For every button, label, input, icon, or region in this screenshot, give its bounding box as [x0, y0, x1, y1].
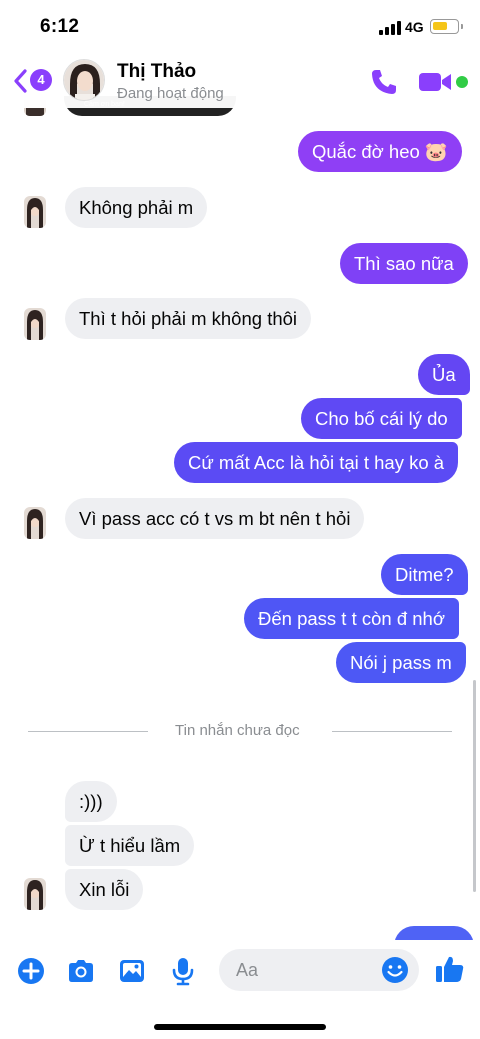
divider-line — [28, 731, 148, 732]
received-message[interactable]: Không phải m — [65, 187, 208, 228]
message-input-placeholder: Aa — [236, 960, 259, 980]
camera-icon[interactable] — [66, 956, 96, 986]
sent-message[interactable]: Thì sao nữa — [340, 243, 468, 284]
phone-icon[interactable] — [369, 67, 399, 97]
battery-level — [433, 22, 447, 30]
contact-avatar-small — [24, 308, 46, 340]
message-list[interactable]: Cảm ơn bạn! Quắc đờ heo 🐷 Không phải m T… — [0, 0, 480, 948]
battery-cap — [461, 24, 463, 29]
network-type: 4G — [405, 19, 424, 35]
sent-message[interactable]: Cứ mất Acc là hỏi tại t hay ko à — [174, 442, 459, 483]
received-message[interactable]: Vì pass acc có t vs m bt nên t hỏi — [65, 498, 365, 539]
status-bar: 6:12 4G — [0, 0, 480, 56]
received-message[interactable]: Thì t hỏi phải m không thôi — [65, 298, 312, 339]
battery-icon — [430, 19, 459, 34]
back-button[interactable]: 4 — [12, 66, 54, 96]
sent-message[interactable]: Ủa — [418, 354, 470, 395]
chevron-left-icon — [14, 69, 27, 93]
contact-avatar[interactable] — [63, 59, 105, 101]
scrollbar[interactable] — [473, 680, 476, 892]
home-indicator[interactable] — [154, 1024, 326, 1030]
divider-line — [332, 731, 452, 732]
received-message[interactable]: :))) — [65, 781, 117, 822]
contact-avatar-small — [24, 878, 46, 910]
sent-message[interactable]: Cho bố cái lý do — [301, 398, 462, 439]
add-icon[interactable] — [16, 956, 46, 986]
contact-avatar-small — [24, 507, 46, 539]
contact-name[interactable]: Thị Thảo — [117, 61, 196, 83]
like-icon[interactable] — [434, 953, 466, 985]
gallery-icon[interactable] — [117, 956, 147, 986]
chat-header: 4 Thị Thảo Đang hoạt động — [0, 56, 480, 108]
unread-divider-label: Tin nhắn chưa đọc — [175, 722, 300, 739]
online-indicator — [456, 76, 468, 88]
active-status: Đang hoạt động — [117, 85, 224, 102]
emoji-icon[interactable] — [380, 955, 410, 985]
sent-message[interactable]: Nói j pass m — [336, 642, 466, 683]
status-time: 6:12 — [40, 16, 80, 37]
signal-icon — [379, 21, 401, 35]
received-message[interactable]: Xin lỗi — [65, 869, 144, 910]
unread-count-badge: 4 — [30, 69, 52, 91]
video-camera-icon[interactable] — [418, 70, 452, 94]
received-message[interactable]: Ừ t hiểu lầm — [65, 825, 195, 866]
sent-message[interactable]: Ditme? — [381, 554, 468, 595]
contact-avatar-small — [24, 196, 46, 228]
message-composer: Aa — [0, 940, 480, 1039]
sent-message[interactable]: Quắc đờ heo 🐷 — [298, 131, 462, 172]
sent-message[interactable]: Đến pass t t còn đ nhớ — [244, 598, 459, 639]
microphone-icon[interactable] — [168, 956, 198, 986]
